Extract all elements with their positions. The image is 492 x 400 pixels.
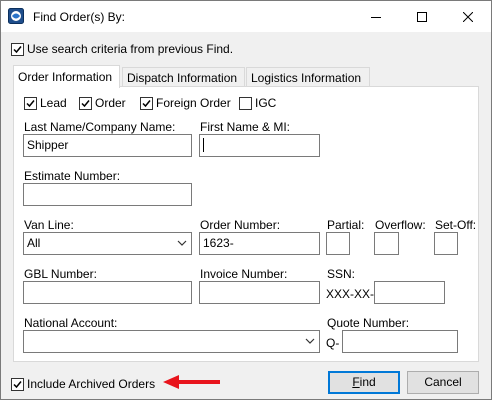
estimate-number-label: Estimate Number: — [24, 169, 121, 183]
minimize-button[interactable] — [353, 1, 399, 32]
checkmark-icon — [13, 45, 22, 53]
order-number-label: Order Number: — [200, 218, 281, 232]
ssn-prefix: XXX-XX- — [326, 287, 375, 301]
quote-number-label: Quote Number: — [327, 316, 410, 330]
checkmark-icon — [26, 99, 35, 107]
checkmark-icon — [13, 380, 22, 388]
foreign-order-checkbox[interactable]: Foreign Order — [140, 96, 231, 110]
foreign-order-label: Foreign Order — [156, 96, 231, 110]
ssn-input[interactable] — [374, 281, 445, 304]
tab-dispatch-information[interactable]: Dispatch Information — [122, 67, 245, 86]
tab-label: Logistics Information — [251, 71, 362, 85]
overflow-label: Overflow: — [375, 218, 426, 232]
order-information-panel: Lead Order Foreign Order IGC Last Name/C… — [13, 86, 479, 362]
tab-order-information[interactable]: Order Information — [13, 65, 120, 88]
cancel-label: Cancel — [424, 375, 462, 389]
maximize-icon — [417, 11, 427, 22]
checkbox-box[interactable] — [140, 96, 153, 110]
app-icon — [8, 8, 24, 24]
tab-label: Dispatch Information — [127, 71, 238, 85]
close-button[interactable] — [445, 1, 491, 32]
find-label: ind — [359, 375, 376, 389]
tab-logistics-information[interactable]: Logistics Information — [246, 67, 370, 86]
maximize-button[interactable] — [399, 1, 445, 32]
last-name-input[interactable]: Shipper — [23, 134, 192, 157]
gbl-number-input[interactable] — [23, 281, 192, 304]
close-icon — [463, 11, 473, 22]
lead-label: Lead — [40, 96, 67, 110]
checkmark-icon — [142, 99, 151, 107]
order-number-input[interactable]: 1623- — [199, 232, 320, 255]
igc-checkbox[interactable]: IGC — [239, 96, 276, 110]
last-name-value: Shipper — [27, 138, 69, 152]
cancel-button[interactable]: Cancel — [407, 371, 479, 394]
lead-checkbox[interactable]: Lead — [24, 96, 67, 110]
find-orders-dialog: Find Order(s) By: Use search criteria fr… — [0, 0, 492, 400]
find-accelerator: F — [352, 375, 360, 389]
order-label: Order — [95, 96, 126, 110]
invoice-number-input[interactable] — [199, 281, 320, 304]
checkmark-icon — [81, 99, 90, 107]
use-previous-criteria-checkbox[interactable]: Use search criteria from previous Find. — [11, 42, 233, 56]
checkbox-box[interactable] — [79, 96, 92, 110]
estimate-number-input[interactable] — [23, 183, 192, 206]
van-line-label: Van Line: — [24, 218, 74, 232]
gbl-number-label: GBL Number: — [24, 267, 97, 281]
quote-prefix: Q- — [326, 336, 340, 350]
first-name-label: First Name & MI: — [200, 120, 291, 134]
window-title: Find Order(s) By: — [33, 10, 126, 24]
chevron-down-icon — [305, 338, 315, 344]
checkbox-box[interactable] — [24, 96, 37, 110]
partial-input[interactable] — [326, 232, 350, 255]
igc-label: IGC — [255, 96, 277, 110]
ssn-label: SSN: — [327, 267, 356, 281]
text-caret — [203, 138, 204, 152]
set-off-input[interactable] — [434, 232, 458, 255]
van-line-select[interactable]: All — [23, 232, 192, 255]
van-line-value: All — [27, 236, 41, 250]
national-account-label: National Account: — [24, 316, 118, 330]
checkbox-box[interactable] — [239, 96, 252, 110]
include-archived-label: Include Archived Orders — [27, 377, 156, 391]
chevron-down-icon — [177, 240, 187, 246]
title-bar: Find Order(s) By: — [1, 1, 491, 32]
invoice-number-label: Invoice Number: — [200, 267, 288, 281]
red-arrow-annotation-icon — [163, 375, 220, 389]
find-button[interactable]: Find — [328, 371, 400, 394]
order-checkbox[interactable]: Order — [79, 96, 126, 110]
quote-number-input[interactable] — [342, 330, 458, 353]
use-previous-criteria-label: Use search criteria from previous Find. — [27, 42, 234, 56]
last-name-label: Last Name/Company Name: — [24, 120, 176, 134]
overflow-input[interactable] — [374, 232, 399, 255]
include-archived-checkbox[interactable]: Include Archived Orders — [11, 377, 155, 391]
checkbox-box[interactable] — [11, 377, 24, 391]
tab-label: Order Information — [18, 70, 113, 84]
order-number-value: 1623- — [203, 236, 234, 250]
first-name-input[interactable] — [199, 134, 320, 157]
partial-label: Partial: — [327, 218, 365, 232]
checkbox-box[interactable] — [11, 42, 24, 56]
minimize-icon — [371, 16, 381, 18]
national-account-select[interactable] — [23, 330, 320, 353]
set-off-label: Set-Off: — [435, 218, 477, 232]
